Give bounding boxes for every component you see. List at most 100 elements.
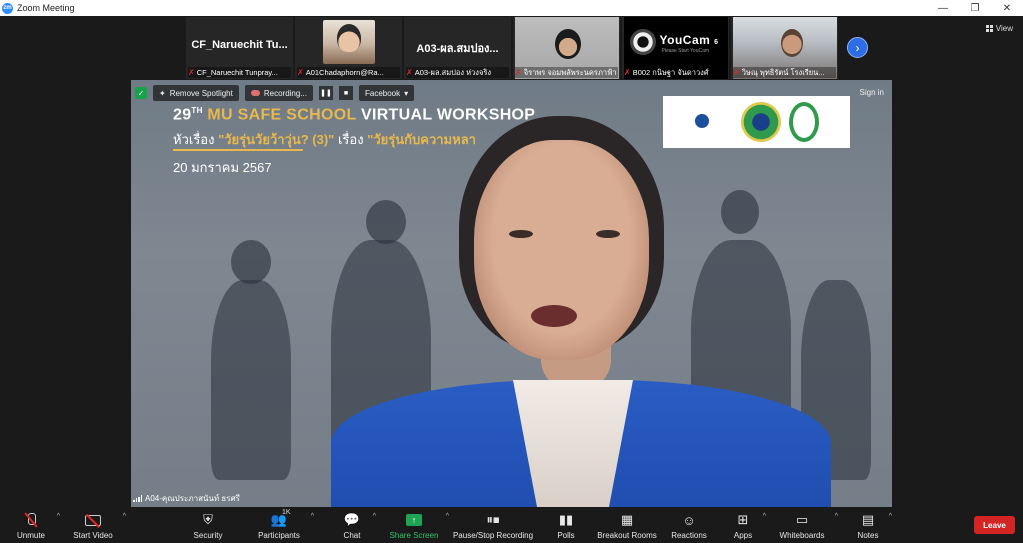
next-page-button[interactable]: › [847, 37, 868, 58]
bar-chart-icon: ▮▮ [558, 512, 574, 527]
window-titlebar: zm Zoom Meeting — ❐ ✕ [0, 0, 1023, 16]
institute-seal-logo [741, 102, 781, 142]
caret-up-icon[interactable]: ^ [889, 513, 892, 520]
unmute-button[interactable]: Unmute ^ [14, 507, 60, 543]
apps-icon: ⊞ [737, 512, 749, 527]
pin-icon: ✦ [159, 88, 166, 98]
university-logo [671, 102, 733, 142]
stop-icon: ■ [343, 89, 349, 97]
youcam-logo-text: YouCam [659, 33, 711, 47]
mic-muted-icon: ✗ [515, 68, 522, 77]
pause-stop-icon: ⏸⏹ [486, 512, 500, 527]
participant-tile[interactable]: CF_Naruechit Tu... ✗ CF_Naruechit Tunpray… [186, 17, 293, 79]
chevron-right-icon: › [855, 40, 860, 55]
apps-button[interactable]: ⊞ Apps ^ [732, 507, 766, 543]
mic-muted-icon: ✗ [297, 68, 304, 77]
participant-label: ✗ A01Chadaphorn@Ra... [297, 67, 400, 78]
mic-muted-icon: ✗ [733, 68, 740, 77]
speaker-mouth [531, 305, 577, 327]
polls-button[interactable]: ▮▮ Polls [555, 507, 577, 543]
shield-icon: ⛨ [203, 512, 213, 527]
caret-up-icon[interactable]: ^ [373, 513, 376, 520]
caret-up-icon[interactable]: ^ [311, 513, 314, 520]
maximize-button[interactable]: ❐ [959, 0, 991, 16]
chat-button[interactable]: 💬 Chat ^ [340, 507, 376, 543]
mic-muted-icon [26, 513, 36, 527]
reactions-button[interactable]: ☺ Reactions [671, 507, 707, 543]
pause-stop-recording-button[interactable]: ⏸⏹ Pause/Stop Recording [453, 507, 533, 543]
start-video-button[interactable]: Start Video ^ [72, 507, 126, 543]
caret-down-icon: ▾ [404, 88, 409, 98]
participant-tile[interactable]: ✗ A01Chadaphorn@Ra... [295, 17, 402, 79]
background-figure [721, 190, 759, 234]
share-arrow-icon: ↑ [406, 514, 422, 526]
smiley-icon: ☺ [682, 512, 696, 528]
meeting-stage: CF_Naruechit Tu... ✗ CF_Naruechit Tunpray… [0, 16, 1023, 507]
mic-muted-icon: ✗ [406, 68, 413, 77]
slide-topic: หัวเรื่อง "วัยรุ่นวัยว้าวุ่น? (3)" เรื่อ… [173, 132, 476, 147]
participant-tile[interactable]: YouCam 6 Please Start YouCam ✗ B002 กนิษฐ… [622, 17, 729, 79]
view-label: View [995, 24, 1013, 33]
background-figure [231, 240, 271, 284]
participant-tile[interactable]: ✗ จิราพร จอมพลัพระนครภาฟ้า [513, 17, 620, 79]
participant-tile[interactable]: A03-ผล.สมปอง... ✗ A03-ผล.สมปอง ห่วงจริง [404, 17, 511, 79]
caret-up-icon[interactable]: ^ [763, 513, 766, 520]
participant-display-name: A03-ผล.สมปอง... [416, 43, 499, 55]
share-screen-button[interactable]: ↑ Share Screen ^ [390, 507, 449, 543]
caret-up-icon[interactable]: ^ [835, 513, 838, 520]
recording-cloud-icon [250, 90, 260, 96]
pause-icon: ❚❚ [320, 90, 332, 97]
breakout-rooms-button[interactable]: ▦ Breakout Rooms [597, 507, 657, 543]
shield-icon: ✓ [135, 87, 147, 99]
background-figure [211, 280, 291, 480]
close-window-button[interactable]: ✕ [991, 0, 1023, 16]
mic-muted-icon: ✗ [188, 68, 195, 77]
grid-icon [985, 25, 993, 32]
window-controls: — ❐ ✕ [927, 0, 1023, 16]
caret-up-icon[interactable]: ^ [446, 513, 449, 520]
stop-recording-button[interactable]: ■ [339, 86, 353, 100]
signal-strength-icon [133, 495, 142, 502]
view-button[interactable]: View [985, 24, 1013, 33]
slide-underline [173, 149, 303, 151]
participants-button[interactable]: 👥 1K Participants ^ [256, 507, 314, 543]
participant-strip: CF_Naruechit Tu... ✗ CF_Naruechit Tunpray… [186, 17, 868, 79]
caret-up-icon[interactable]: ^ [123, 513, 126, 520]
minimize-button[interactable]: — [927, 0, 959, 16]
participant-tile[interactable]: ✗ วิษณุ พุทธิรัตน์ โรงเรียน... [731, 17, 838, 79]
leave-button[interactable]: Leave [974, 516, 1015, 534]
spotlight-video[interactable]: ✓ ✦ Remove Spotlight Recording... ❚❚ ■ Fa… [131, 80, 892, 507]
camera-lens-icon [629, 29, 656, 55]
notes-icon: ▤ [861, 512, 875, 527]
whiteboards-button[interactable]: ▭ Whiteboards ^ [778, 507, 838, 543]
speaker-name-tag: A04-คุณประภาสนันท์ ธรศรี [133, 492, 240, 505]
caret-up-icon[interactable]: ^ [57, 513, 60, 520]
participant-label: ✗ A03-ผล.สมปอง ห่วงจริง [406, 67, 509, 78]
background-figure [366, 200, 406, 244]
mic-muted-icon: ✗ [624, 68, 631, 77]
youcam-subtitle: Please Start YouCam [661, 48, 710, 54]
breakout-grid-icon: ▦ [620, 512, 634, 527]
recording-indicator: Recording... [244, 85, 313, 101]
chat-bubble-icon: 💬 [343, 512, 361, 527]
sponsor-logos [663, 96, 850, 148]
participant-display-name: CF_Naruechit Tu... [191, 39, 288, 51]
security-button[interactable]: ⛨ Security [192, 507, 224, 543]
speaker-eye [509, 230, 533, 238]
participant-label: ✗ วิษณุ พุทธิรัตน์ โรงเรียน... [733, 67, 836, 78]
speaker-face [474, 140, 649, 360]
slide-date: 20 มกราคม 2567 [173, 160, 272, 175]
notes-button[interactable]: ▤ Notes ^ [856, 507, 892, 543]
sign-in-link[interactable]: Sign in [860, 88, 884, 97]
whiteboard-icon: ▭ [795, 512, 809, 527]
remove-spotlight-button[interactable]: ✦ Remove Spotlight [153, 85, 239, 101]
participant-label: ✗ B002 กนิษฐา จันดาวงศ์ [624, 67, 727, 78]
participant-label: ✗ CF_Naruechit Tunpray... [188, 67, 291, 78]
video-off-icon [85, 514, 101, 526]
window-title: Zoom Meeting [17, 3, 75, 13]
livestream-facebook-button[interactable]: Facebook ▾ [359, 85, 415, 101]
zoom-app-icon: zm [2, 2, 13, 14]
pause-recording-button[interactable]: ❚❚ [319, 86, 333, 100]
participants-count: 1K [282, 509, 291, 516]
participant-label: ✗ จิราพร จอมพลัพระนครภาฟ้า [515, 67, 618, 78]
